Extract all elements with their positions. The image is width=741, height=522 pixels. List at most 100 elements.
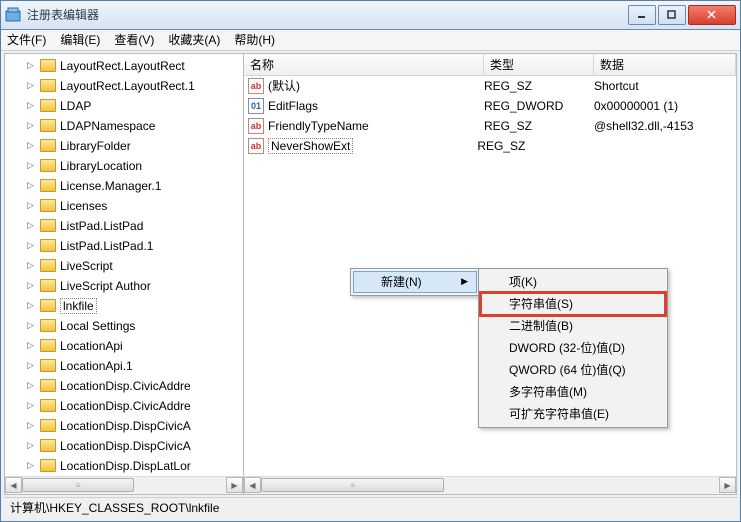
expand-icon[interactable] [25,440,36,451]
expand-icon[interactable] [25,60,36,71]
expand-icon[interactable] [25,460,36,471]
tree-item[interactable]: LocationDisp.DispCivicA [5,436,243,456]
folder-icon [40,239,56,252]
tree-item[interactable]: LiveScript [5,256,243,276]
tree-item[interactable]: LocationDisp.DispLatLor [5,456,243,476]
tree-item[interactable]: LayoutRect.LayoutRect [5,56,243,76]
value-row[interactable]: ab(默认)REG_SZShortcut [244,76,736,96]
value-data: Shortcut [594,79,736,93]
expand-icon[interactable] [25,380,36,391]
expand-icon[interactable] [25,220,36,231]
expand-icon[interactable] [25,420,36,431]
ctx-sub-item[interactable]: 可扩充字符串值(E) [481,403,665,425]
ctx-sub-item[interactable]: 字符串值(S) [481,293,665,315]
scroll-right-icon[interactable]: ▶ [719,477,736,493]
registry-editor-window: 注册表编辑器 文件(F) 编辑(E) 查看(V) 收藏夹(A) 帮助(H) La… [0,0,741,522]
tree-label: LocationDisp.DispCivicA [60,419,191,433]
tree-item[interactable]: LibraryLocation [5,156,243,176]
tree-item[interactable]: Licenses [5,196,243,216]
tree-item[interactable]: LocationApi [5,336,243,356]
tree-label: ListPad.ListPad.1 [60,239,153,253]
col-type[interactable]: 类型 [484,54,594,75]
ctx-sub-item[interactable]: QWORD (64 位)值(Q) [481,359,665,381]
string-value-icon: ab [248,118,264,134]
tree-view[interactable]: LayoutRect.LayoutRectLayoutRect.LayoutRe… [5,54,243,476]
tree-label: LDAPNamespace [60,119,155,133]
expand-icon[interactable] [25,280,36,291]
tree-item[interactable]: LocationDisp.CivicAddre [5,376,243,396]
ctx-new-label: 新建(N) [381,273,422,290]
scroll-left-icon[interactable]: ◀ [244,477,261,493]
expand-icon[interactable] [25,340,36,351]
tree-item[interactable]: lnkfile [5,296,243,316]
tree-label: LibraryFolder [60,139,131,153]
expand-icon[interactable] [25,80,36,91]
tree-label: ListPad.ListPad [60,219,143,233]
tree-item[interactable]: LocationApi.1 [5,356,243,376]
value-row[interactable]: abNeverShowExtREG_SZ [244,136,736,156]
menu-edit[interactable]: 编辑(E) [60,31,100,48]
ctx-sub-item[interactable]: 项(K) [481,271,665,293]
menu-file[interactable]: 文件(F) [7,31,46,48]
expand-icon[interactable] [25,100,36,111]
folder-icon [40,319,56,332]
folder-icon [40,179,56,192]
value-row[interactable]: abFriendlyTypeNameREG_SZ@shell32.dll,-41… [244,116,736,136]
tree-item[interactable]: ListPad.ListPad [5,216,243,236]
titlebar[interactable]: 注册表编辑器 [1,1,740,30]
expand-icon[interactable] [25,240,36,251]
maximize-button[interactable] [658,5,686,25]
folder-icon [40,139,56,152]
menu-help[interactable]: 帮助(H) [234,31,275,48]
ctx-sub-item[interactable]: DWORD (32-位)值(D) [481,337,665,359]
tree-item[interactable]: LocationDisp.CivicAddre [5,396,243,416]
expand-icon[interactable] [25,160,36,171]
ctx-new[interactable]: 新建(N) ▶ [353,271,477,293]
ctx-sub-item[interactable]: 多字符串值(M) [481,381,665,403]
tree-label: LiveScript [60,259,113,273]
menu-favorites[interactable]: 收藏夹(A) [168,31,220,48]
tree-item[interactable]: LocationDisp.DispCivicA [5,416,243,436]
folder-icon [40,419,56,432]
value-name: FriendlyTypeName [268,119,484,133]
scroll-thumb[interactable]: ≡ [22,478,134,492]
ctx-sub-label: DWORD (32-位)值(D) [509,339,625,356]
list-hscroll[interactable]: ◀ ≡ ▶ [244,476,736,494]
expand-icon[interactable] [25,180,36,191]
tree-hscroll[interactable]: ◀ ≡ ▶ [5,476,243,494]
scroll-left-icon[interactable]: ◀ [5,477,22,493]
value-row[interactable]: 01EditFlagsREG_DWORD0x00000001 (1) [244,96,736,116]
tree-item[interactable]: LDAPNamespace [5,116,243,136]
tree-item[interactable]: ListPad.ListPad.1 [5,236,243,256]
expand-icon[interactable] [25,320,36,331]
col-data[interactable]: 数据 [594,54,736,75]
expand-icon[interactable] [25,140,36,151]
folder-icon [40,159,56,172]
ctx-sub-item[interactable]: 二进制值(B) [481,315,665,337]
menu-view[interactable]: 查看(V) [114,31,154,48]
col-name[interactable]: 名称 [244,54,484,75]
expand-icon[interactable] [25,300,36,311]
tree-item[interactable]: License.Manager.1 [5,176,243,196]
folder-icon [40,219,56,232]
tree-item[interactable]: Local Settings [5,316,243,336]
close-button[interactable] [688,5,736,25]
tree-item[interactable]: LiveScript Author [5,276,243,296]
expand-icon[interactable] [25,400,36,411]
minimize-button[interactable] [628,5,656,25]
string-value-icon: ab [248,138,264,154]
expand-icon[interactable] [25,200,36,211]
tree-item[interactable]: LDAP [5,96,243,116]
expand-icon[interactable] [25,120,36,131]
tree-item[interactable]: LayoutRect.LayoutRect.1 [5,76,243,96]
scroll-thumb[interactable]: ≡ [261,478,444,492]
folder-icon [40,259,56,272]
tree-item[interactable]: LibraryFolder [5,136,243,156]
scroll-right-icon[interactable]: ▶ [226,477,243,493]
value-type: REG_SZ [484,79,594,93]
menubar: 文件(F) 编辑(E) 查看(V) 收藏夹(A) 帮助(H) [1,30,740,51]
expand-icon[interactable] [25,260,36,271]
ctx-sub-label: 二进制值(B) [509,317,573,334]
ctx-sub-label: 多字符串值(M) [509,383,587,400]
expand-icon[interactable] [25,360,36,371]
